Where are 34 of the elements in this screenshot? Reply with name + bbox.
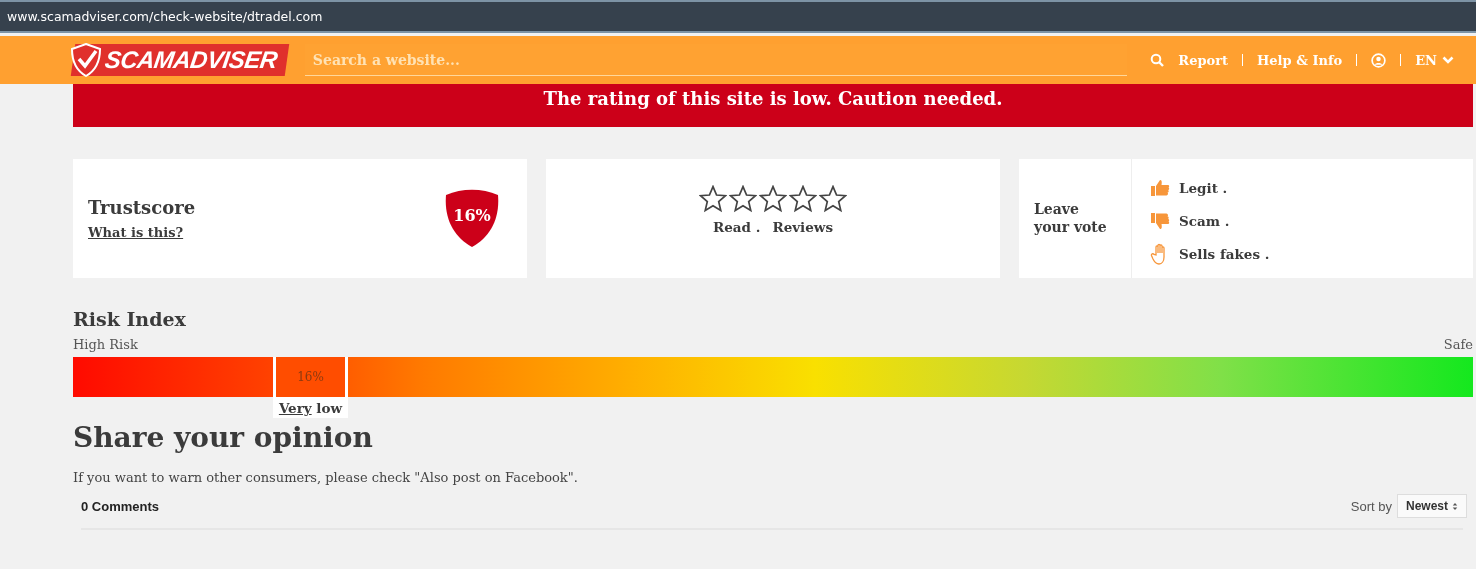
vote-option[interactable]: Sells fakes .: [1179, 246, 1270, 262]
thumbs-down-icon: [1150, 212, 1170, 230]
star-icon: [819, 185, 847, 213]
address-bar[interactable]: www.scamadviser.com/check-website/dtradel.com: [0, 0, 1476, 33]
user-icon[interactable]: [1371, 52, 1387, 68]
facebook-note: If you want to warn other consumers, please check "Also post on Facebook".: [73, 470, 579, 485]
vote-option[interactable]: Scam .: [1179, 213, 1230, 229]
high-risk-label: High Risk: [73, 337, 138, 352]
vote-option[interactable]: Legit .: [1179, 180, 1228, 196]
safe-label: Safe: [1443, 337, 1473, 352]
banner-text: The rating of this site is low. Caution needed.: [543, 88, 1003, 111]
info-link[interactable]: What is this?: [88, 224, 184, 240]
sort-dropdown[interactable]: Newest: [1396, 494, 1467, 518]
thumbs-up-icon: [1150, 179, 1170, 197]
comments-count: 0 Comments: [81, 498, 160, 514]
star-icon: [759, 185, 787, 213]
share-opinion-title: Share your opinion: [73, 421, 374, 454]
risk-rating-label: Very low: [273, 397, 348, 418]
reviews-link[interactable]: Reviews: [772, 219, 833, 235]
star-icon: [699, 185, 727, 213]
star-icon: [729, 185, 757, 213]
risk-index-title: Risk Index: [73, 308, 187, 330]
url-text: www.scamadviser.com/check-website/dtradel.com: [7, 9, 323, 24]
logo[interactable]: SCAMADVISER: [70, 44, 290, 76]
chevron-down-icon: [1442, 56, 1454, 64]
read-link[interactable]: Read .: [713, 219, 761, 235]
search-icon[interactable]: [1150, 53, 1165, 67]
shield-check-icon: [71, 43, 101, 77]
risk-marker: 16%: [273, 357, 348, 397]
sort-arrows-icon: [1452, 501, 1458, 511]
vote-title: Leave your vote: [1034, 201, 1108, 236]
trustscore-title: Trustscore: [88, 196, 196, 218]
sort-label: Sort by: [1350, 498, 1392, 514]
star-icon: [789, 185, 817, 213]
